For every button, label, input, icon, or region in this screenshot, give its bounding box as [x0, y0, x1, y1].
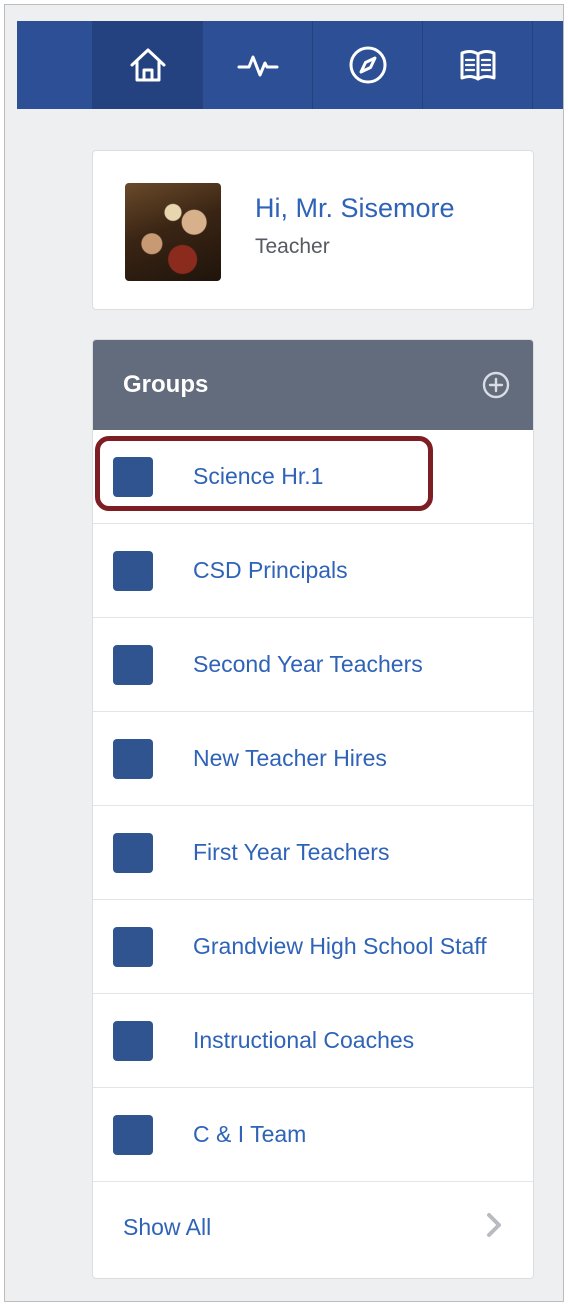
book-icon: [460, 50, 495, 81]
avatar[interactable]: [125, 183, 221, 281]
tab-discover[interactable]: [313, 21, 423, 109]
chevron-right-icon: [483, 1210, 505, 1245]
nav-spacer: [17, 21, 93, 109]
group-label: Second Year Teachers: [193, 651, 423, 677]
group-item-new-teacher-hires[interactable]: New Teacher Hires: [93, 712, 533, 806]
group-color-swatch: [113, 926, 153, 967]
add-group-button[interactable]: [481, 370, 511, 400]
home-icon: [130, 48, 165, 82]
group-color-swatch: [113, 1114, 153, 1155]
profile-card: Hi, Mr. Sisemore Teacher: [92, 150, 534, 310]
tab-library[interactable]: [423, 21, 533, 109]
tab-activity[interactable]: [203, 21, 313, 109]
groups-panel: Groups Science Hr.1 CSD Principals Secon…: [92, 339, 534, 1279]
show-all-link[interactable]: Show All: [93, 1182, 533, 1272]
app-frame: Hi, Mr. Sisemore Teacher Groups Science …: [4, 4, 564, 1302]
profile-role: Teacher: [255, 235, 330, 258]
group-color-swatch: [113, 550, 153, 591]
activity-icon: [237, 55, 278, 77]
top-navigation: [17, 21, 563, 109]
group-item-csd-principals[interactable]: CSD Principals: [93, 524, 533, 618]
plus-circle-icon: [482, 371, 510, 399]
profile-greeting[interactable]: Hi, Mr. Sisemore: [255, 193, 455, 224]
group-color-swatch: [113, 644, 153, 685]
group-item-first-year-teachers[interactable]: First Year Teachers: [93, 806, 533, 900]
group-label: First Year Teachers: [193, 839, 390, 865]
tab-home[interactable]: [93, 21, 203, 109]
group-item-grandview-staff[interactable]: Grandview High School Staff: [93, 900, 533, 994]
group-label: Instructional Coaches: [193, 1027, 415, 1053]
group-label: Grandview High School Staff: [193, 933, 487, 959]
group-item-science-hr1[interactable]: Science Hr.1: [93, 430, 533, 524]
group-color-swatch: [113, 1020, 153, 1061]
show-all-label: Show All: [123, 1213, 212, 1240]
group-color-swatch: [113, 456, 153, 497]
group-color-swatch: [113, 832, 153, 873]
group-item-instructional-coaches[interactable]: Instructional Coaches: [93, 994, 533, 1088]
group-label: New Teacher Hires: [193, 745, 387, 771]
group-label: Science Hr.1: [193, 463, 324, 489]
group-color-swatch: [113, 738, 153, 779]
groups-title: Groups: [123, 371, 209, 398]
group-item-second-year-teachers[interactable]: Second Year Teachers: [93, 618, 533, 712]
compass-icon: [349, 46, 386, 84]
groups-header: Groups: [93, 340, 533, 430]
group-label: CSD Principals: [193, 557, 348, 583]
group-label: C & I Team: [193, 1121, 307, 1147]
group-item-c-and-i-team[interactable]: C & I Team: [93, 1088, 533, 1182]
